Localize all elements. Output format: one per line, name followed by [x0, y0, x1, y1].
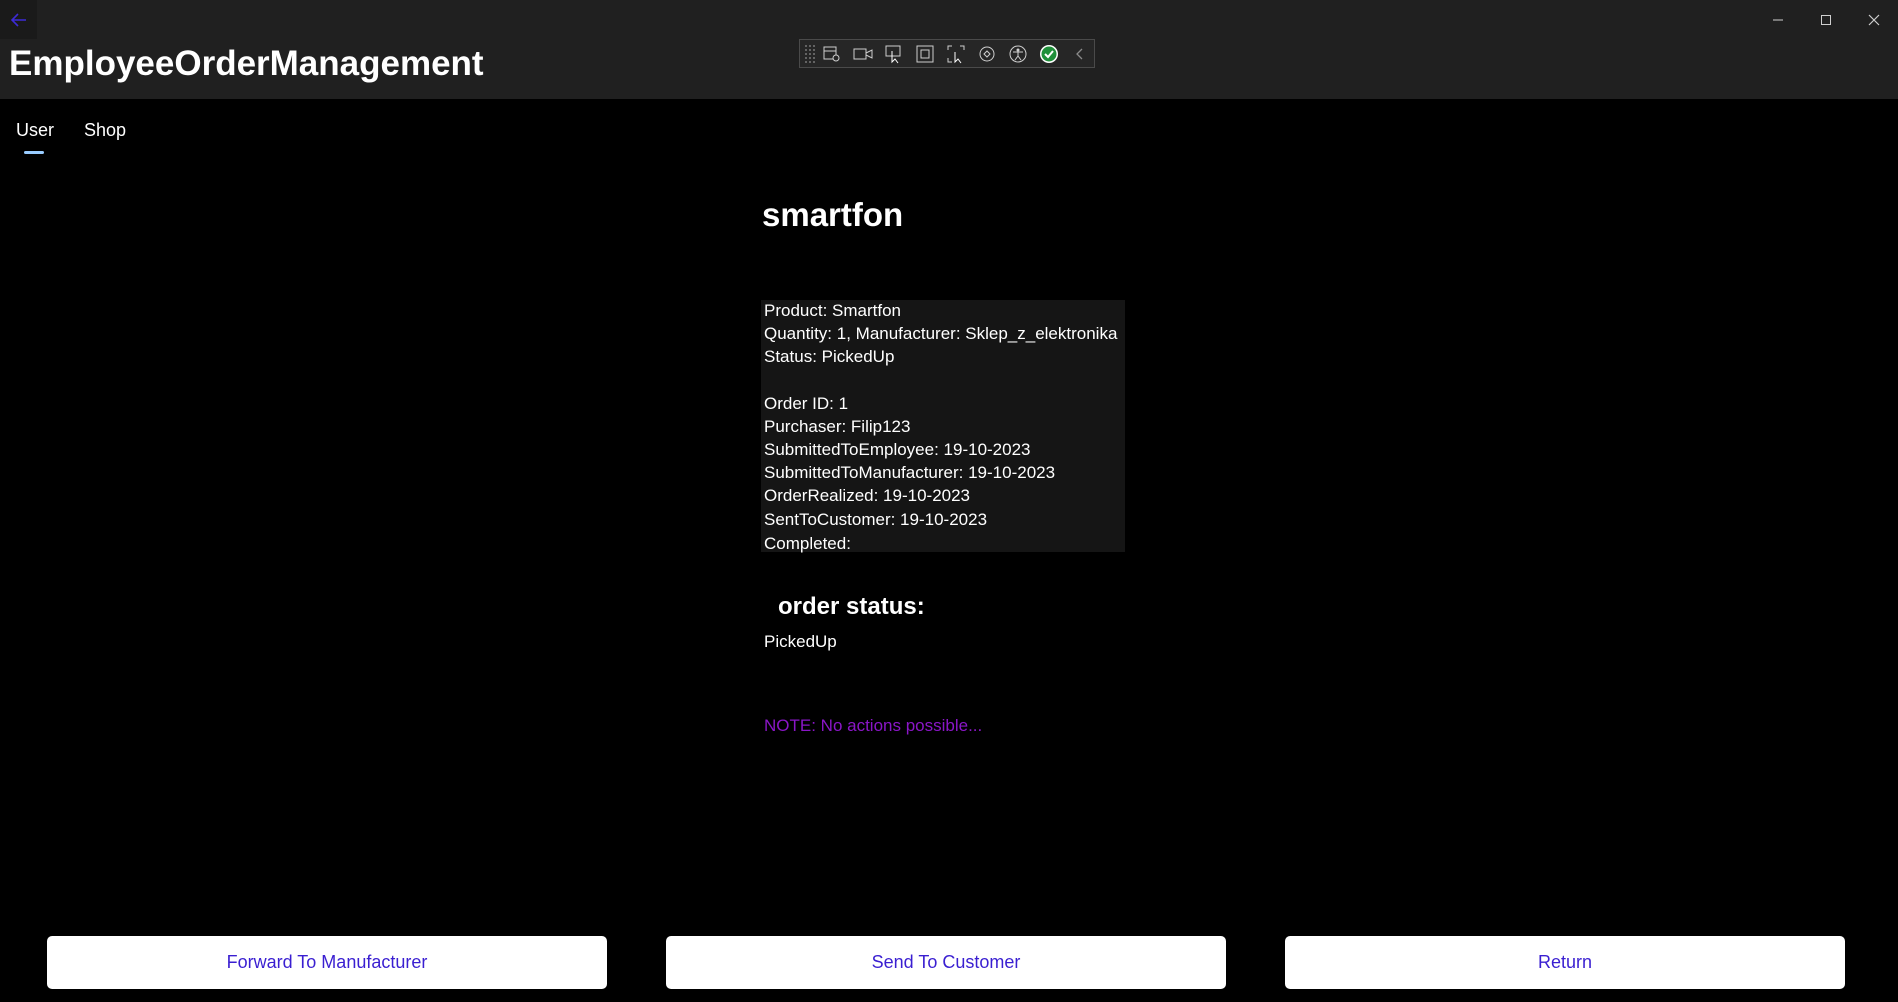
track-focus-icon[interactable] [944, 43, 968, 65]
collapse-icon[interactable] [1068, 43, 1092, 65]
detail-order-id: Order ID: 1 [764, 394, 849, 413]
product-title: smartfon [762, 196, 904, 233]
tab-shop[interactable]: Shop [68, 99, 126, 159]
back-button[interactable] [0, 0, 37, 39]
hot-reload-icon[interactable] [975, 43, 999, 65]
selected-tab-indicator [24, 151, 44, 154]
display-layout-adorners-icon[interactable] [913, 43, 937, 65]
minimize-button[interactable] [1754, 0, 1802, 39]
detail-completed: Completed: [764, 534, 851, 553]
forward-to-manufacturer-button[interactable]: Forward To Manufacturer [47, 936, 607, 989]
app-title: EmployeeOrderManagement [9, 44, 484, 83]
tab-user[interactable]: User [0, 99, 54, 159]
maximize-button[interactable] [1802, 0, 1850, 39]
send-to-customer-button[interactable]: Send To Customer [666, 936, 1226, 989]
maximize-icon [1821, 14, 1831, 25]
accessibility-icon[interactable] [1006, 43, 1030, 65]
detail-product: Product: Smartfon [764, 301, 902, 320]
detail-quantity-manufacturer: Quantity: 1, Manufacturer: Sklep_z_elekt… [764, 324, 1118, 343]
detail-submitted-to-employee: SubmittedToEmployee: 19-10-2023 [764, 440, 1031, 459]
window-titlebar [0, 0, 1898, 39]
check-icon[interactable] [1037, 43, 1061, 65]
detail-submitted-to-manufacturer: SubmittedToManufacturer: 19-10-2023 [764, 463, 1056, 482]
close-icon [1868, 14, 1880, 25]
detail-purchaser: Purchaser: Filip123 [764, 417, 911, 436]
grip-handle[interactable] [804, 44, 816, 64]
record-icon[interactable] [851, 43, 875, 65]
detail-sent-to-customer: SentToCustomer: 19-10-2023 [764, 510, 988, 529]
close-button[interactable] [1850, 0, 1898, 39]
detail-status: Status: PickedUp [764, 347, 895, 366]
back-arrow-icon [10, 12, 26, 27]
window-controls [1754, 0, 1898, 39]
note-text: NOTE: No actions possible... [764, 716, 983, 735]
return-button[interactable]: Return [1285, 936, 1845, 989]
xaml-debug-toolbar [799, 39, 1095, 68]
select-element-icon[interactable] [882, 43, 906, 65]
top-navigation: User Shop [0, 99, 140, 159]
order-status-value: PickedUp [764, 632, 837, 651]
live-visual-tree-icon[interactable] [820, 43, 844, 65]
detail-order-realized: OrderRealized: 19-10-2023 [764, 486, 971, 505]
minimize-icon [1773, 19, 1783, 20]
order-status-heading: order status: [778, 593, 925, 620]
